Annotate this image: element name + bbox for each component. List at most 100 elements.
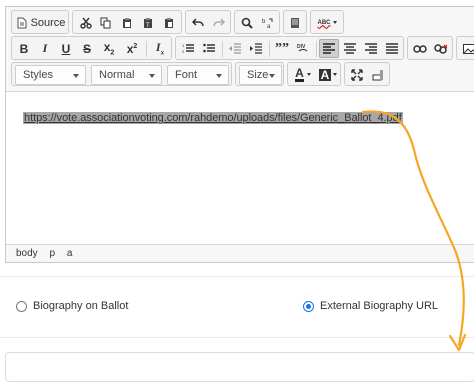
format-label: Normal <box>99 69 135 81</box>
styles-dropdown[interactable]: Styles <box>15 65 86 85</box>
colors-group: A A <box>287 62 341 86</box>
editor-content-area[interactable]: https://vote.associationvoting.com/rahde… <box>6 91 474 245</box>
tools-group <box>344 62 390 86</box>
show-blocks-button[interactable] <box>369 65 387 84</box>
source-icon <box>17 17 27 29</box>
align-right-button[interactable] <box>362 39 380 58</box>
toolbar-row-3: Styles Normal Font Size A A <box>6 62 474 90</box>
undo-button[interactable] <box>189 13 207 32</box>
indent-button[interactable] <box>247 39 265 58</box>
path-item-a[interactable]: a <box>67 248 73 259</box>
path-item-body[interactable]: body <box>16 248 38 259</box>
spellcheck-button[interactable]: ABC <box>313 13 341 32</box>
select-all-button[interactable] <box>286 13 304 32</box>
maximize-button[interactable] <box>348 65 366 84</box>
maximize-icon <box>351 68 363 81</box>
redo-button[interactable] <box>210 13 228 32</box>
toolbar-separator <box>222 41 223 57</box>
chevron-down-icon <box>73 74 79 78</box>
link-icon <box>413 44 427 53</box>
outdent-button[interactable] <box>226 39 244 58</box>
align-left-button[interactable] <box>319 39 339 58</box>
chevron-down-icon <box>149 74 155 78</box>
background-color-icon: A <box>318 67 332 82</box>
size-dropdown[interactable]: Size <box>239 65 282 85</box>
size-label: Size <box>247 69 269 81</box>
superscript-button[interactable]: x2 <box>122 39 142 58</box>
spellcheck-group: ABC <box>310 10 344 34</box>
font-label: Font <box>175 69 198 81</box>
chevron-down-icon <box>306 73 311 76</box>
format-dropdown[interactable]: Normal <box>91 65 162 85</box>
toolbar-separator <box>146 41 147 57</box>
external-url-input[interactable] <box>5 352 474 382</box>
show-blocks-icon <box>372 69 384 81</box>
radio-circle-selected[interactable] <box>303 300 314 312</box>
numbered-list-button[interactable]: 12 <box>179 39 197 58</box>
text-color-icon: A <box>295 65 304 82</box>
align-right-icon <box>365 43 377 54</box>
divider <box>0 337 474 338</box>
styles-group: Styles Normal Font <box>11 62 232 86</box>
element-path-bar: body p a <box>6 245 474 263</box>
create-div-button[interactable]: DIV <box>294 39 312 58</box>
underline-icon: U <box>61 41 71 56</box>
divider <box>0 276 474 277</box>
scissors-icon <box>80 17 92 29</box>
paste-text-button[interactable]: T <box>139 13 157 32</box>
redo-icon <box>213 17 225 28</box>
paste-word-button[interactable] <box>160 13 178 32</box>
subscript-button[interactable]: x2 <box>99 39 119 58</box>
strike-button[interactable]: S <box>78 39 96 58</box>
svg-text:1: 1 <box>182 43 185 48</box>
svg-text:a: a <box>267 24 271 29</box>
chevron-down-icon <box>332 21 337 24</box>
svg-text:b: b <box>262 19 266 25</box>
superscript-icon: x2 <box>126 41 138 56</box>
size-group: Size <box>235 62 284 86</box>
link-button[interactable] <box>411 39 429 58</box>
justify-button[interactable] <box>383 39 401 58</box>
outdent-icon <box>229 43 241 54</box>
source-group: Source <box>11 10 69 34</box>
italic-button[interactable]: I <box>36 39 54 58</box>
background-color-button[interactable]: A <box>317 65 339 84</box>
insert-group <box>456 36 474 60</box>
radio-circle[interactable] <box>16 300 27 312</box>
cut-button[interactable] <box>77 13 95 32</box>
paste-button[interactable] <box>118 13 136 32</box>
replace-button[interactable]: ba <box>259 13 277 32</box>
blockquote-button[interactable]: ”” <box>273 39 291 58</box>
radio-biography-on-ballot[interactable]: Biography on Ballot <box>16 300 128 312</box>
subscript-icon: x2 <box>103 40 115 57</box>
paste-word-icon <box>163 17 175 29</box>
toolbar-separator <box>316 41 317 57</box>
image-button[interactable] <box>460 39 474 58</box>
path-item-p[interactable]: p <box>49 248 55 259</box>
radio-external-biography-url[interactable]: External Biography URL <box>303 300 438 312</box>
svg-text:DIV: DIV <box>297 44 306 50</box>
chevron-down-icon <box>333 73 338 76</box>
paragraph-group: 12 ”” DIV <box>175 36 404 60</box>
remove-format-button[interactable]: Ix <box>150 39 170 58</box>
undo-icon <box>192 17 204 28</box>
select-all-icon <box>289 17 301 29</box>
bold-icon: B <box>19 41 29 56</box>
italic-icon: I <box>42 41 48 55</box>
unlink-button[interactable] <box>432 39 450 58</box>
underline-button[interactable]: U <box>57 39 75 58</box>
text-color-button[interactable]: A <box>291 65 315 84</box>
svg-text:T: T <box>146 23 150 29</box>
align-center-button[interactable] <box>341 39 359 58</box>
bulleted-list-icon <box>203 43 215 54</box>
selected-link[interactable]: https://vote.associationvoting.com/rahde… <box>23 112 403 124</box>
find-button[interactable] <box>238 13 256 32</box>
spellcheck-icon: ABC <box>317 19 331 26</box>
font-dropdown[interactable]: Font <box>167 65 229 85</box>
source-button[interactable]: Source <box>15 13 67 32</box>
strikethrough-icon: S <box>82 41 91 56</box>
bold-button[interactable]: B <box>15 39 33 58</box>
bulleted-list-button[interactable] <box>200 39 218 58</box>
div-icon: DIV <box>297 43 309 55</box>
copy-button[interactable] <box>97 13 115 32</box>
